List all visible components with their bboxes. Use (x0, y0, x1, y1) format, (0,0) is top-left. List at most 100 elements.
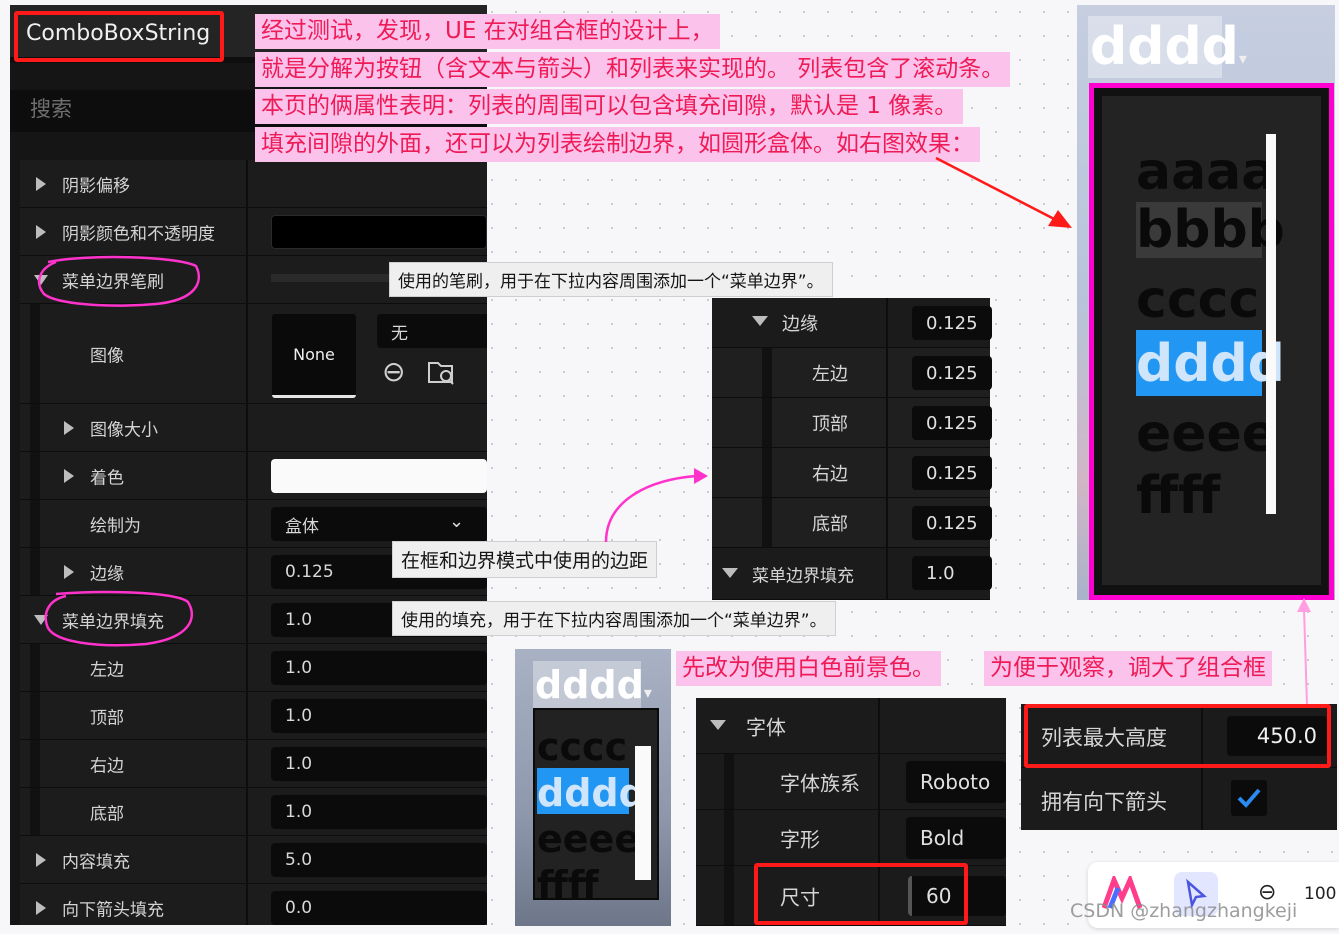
pink-pointer-arrow (1297, 598, 1311, 707)
prop-row-content-padding[interactable]: 内容填充 5.0 (20, 836, 487, 884)
browse-folder-icon[interactable] (428, 360, 456, 385)
down-arrow-padding-value[interactable]: 0.0 (271, 891, 487, 925)
big-combo-list: aaaa bbbb cccc dddd eeee ffff (1102, 96, 1321, 585)
use-selected-icon[interactable]: ⊖ (382, 356, 405, 388)
edge-top-value[interactable]: 0.125 (912, 406, 992, 440)
title-highlight-rect (14, 11, 224, 62)
menu-padding-circle (44, 590, 193, 647)
edge-row-right[interactable]: 右边 0.125 (712, 448, 992, 498)
search-placeholder: 搜索 (30, 97, 72, 121)
prop-row-right[interactable]: 右边 1.0 (20, 740, 487, 788)
bottom-value[interactable]: 1.0 (271, 795, 487, 829)
menu-brush-circle (37, 255, 201, 307)
prop-label: 图像 (90, 346, 124, 366)
prop-label: 向下箭头填充 (62, 900, 164, 920)
draw-as-dropdown[interactable]: 盒体 ⌄ (271, 507, 487, 541)
list-item[interactable]: eeee (537, 820, 640, 858)
edge-row-title[interactable]: 边缘 0.125 (712, 298, 992, 348)
edge-padding-value[interactable]: 1.0 (912, 556, 992, 590)
expand-arrow-icon[interactable] (36, 852, 46, 867)
content-padding-value[interactable]: 5.0 (271, 843, 487, 877)
edge-title-value[interactable]: 0.125 (912, 306, 992, 340)
color-swatch-black[interactable] (271, 215, 487, 249)
chevron-down-icon: ⌄ (449, 511, 465, 532)
small-preview-viewport: dddd▾ cccc dddd eeee ffff (515, 649, 671, 926)
font-row-style[interactable]: 字形 Bold (696, 810, 1006, 866)
edge-row-padding[interactable]: 菜单边界填充 1.0 (712, 548, 992, 600)
image-thumbnail[interactable]: None (272, 314, 356, 398)
prop-row-top[interactable]: 顶部 1.0 (20, 692, 487, 740)
chevron-down-icon: ▾ (643, 683, 652, 702)
font-family-dropdown[interactable]: Roboto (906, 761, 1006, 803)
right-value[interactable]: 1.0 (271, 747, 487, 781)
prop-label: 绘制为 (90, 516, 141, 536)
list-item[interactable]: ffff (537, 866, 599, 898)
prop-row-left[interactable]: 左边 1.0 (20, 644, 487, 692)
edge-bottom-value[interactable]: 0.125 (912, 506, 992, 540)
prop-row-shadow-offset[interactable]: 阴影偏移 (20, 160, 487, 208)
list-item-selected[interactable]: dddd (1136, 338, 1285, 390)
note-line-4: 填充间隙的外面，还可以为列表绘制边界，如圆形盒体。如右图效果： (255, 127, 980, 162)
collapse-arrow-icon[interactable] (722, 568, 738, 578)
has-down-arrow-checkbox[interactable] (1231, 780, 1267, 816)
expand-arrow-icon[interactable] (64, 420, 74, 435)
small-combo-button[interactable]: dddd▾ (533, 661, 652, 709)
note-white-foreground: 先改为使用白色前景色。 (676, 651, 941, 686)
expand-arrow-icon[interactable] (64, 564, 74, 579)
font-row-title[interactable]: 字体 (696, 698, 1006, 754)
max-height-highlight-rect (1024, 704, 1331, 768)
note-enlarge-combo: 为便于观察，调大了组合框 (984, 651, 1272, 686)
edge-right-label: 右边 (812, 463, 848, 485)
font-family-label: 字体族系 (780, 771, 860, 795)
big-preview-viewport: dddd▾ aaaa bbbb cccc dddd eeee ffff (1077, 5, 1335, 600)
margin-detail-panel: 边缘 0.125 左边 0.125 顶部 0.125 右边 0.125 底部 0… (712, 298, 992, 600)
font-title: 字体 (746, 715, 786, 739)
font-row-family[interactable]: 字体族系 Roboto (696, 754, 1006, 810)
list-item[interactable]: ffff (1136, 470, 1220, 522)
checkmark-icon (1237, 788, 1261, 808)
prop-row-image-size[interactable]: 图像大小 (20, 404, 487, 452)
edge-row-top[interactable]: 顶部 0.125 (712, 398, 992, 448)
big-combo-button[interactable]: dddd▾ (1088, 16, 1247, 78)
image-asset-dropdown[interactable]: 无 (377, 314, 487, 348)
edge-row-bottom[interactable]: 底部 0.125 (712, 498, 992, 548)
prop-row-down-arrow-padding[interactable]: 向下箭头填充 0.0 (20, 884, 487, 925)
top-value[interactable]: 1.0 (271, 699, 487, 733)
collapse-arrow-icon[interactable] (710, 720, 726, 730)
font-style-label: 字形 (780, 827, 820, 851)
edge-right-value[interactable]: 0.125 (912, 456, 992, 490)
prop-row-image[interactable]: 图像 None 无 ⊖ (20, 304, 487, 404)
prop-label: 左边 (90, 660, 124, 680)
edge-left-value[interactable]: 0.125 (912, 356, 992, 390)
left-value[interactable]: 1.0 (271, 651, 487, 685)
color-swatch-white[interactable] (271, 459, 487, 493)
prop-label: 边缘 (90, 564, 124, 584)
has-down-arrow-label: 拥有向下箭头 (1041, 790, 1167, 814)
prop-row-shadow-color[interactable]: 阴影颜色和不透明度 (20, 208, 487, 256)
dropdown-value: 盒体 (285, 516, 319, 537)
zoom-level: 100 (1304, 884, 1337, 904)
list-item-selected[interactable]: dddd (537, 774, 646, 812)
list-item[interactable]: eeee (1136, 408, 1277, 460)
expand-arrow-icon[interactable] (36, 900, 46, 915)
expand-arrow-icon[interactable] (36, 176, 46, 191)
expand-arrow-icon[interactable] (36, 224, 46, 239)
list-item[interactable]: bbbb (1136, 204, 1285, 256)
red-arrow-icon (935, 156, 1072, 228)
note-line-1: 经过测试，发现，UE 在对组合框的设计上， (255, 14, 720, 49)
tooltip-margin: 在框和边界模式中使用的边距 (392, 541, 658, 578)
list-item[interactable]: cccc (1136, 274, 1259, 326)
prop-row-bottom[interactable]: 底部 1.0 (20, 788, 487, 836)
edge-row-left[interactable]: 左边 0.125 (712, 348, 992, 398)
collapse-arrow-icon[interactable] (752, 316, 768, 326)
list-item[interactable]: cccc (537, 728, 627, 766)
font-style-dropdown[interactable]: Bold (906, 817, 1006, 859)
scrollbar-thumb[interactable] (635, 746, 651, 880)
has-down-arrow-row[interactable]: 拥有向下箭头 (1021, 768, 1337, 830)
list-item[interactable]: aaaa (1136, 146, 1276, 198)
prop-label: 右边 (90, 756, 124, 776)
scrollbar-thumb[interactable] (1266, 134, 1276, 514)
expand-arrow-icon[interactable] (64, 468, 74, 483)
prop-row-tint[interactable]: 着色 (20, 452, 487, 500)
tooltip-padding: 使用的填充，用于在下拉内容周围添加一个“菜单边界”。 (392, 601, 836, 636)
